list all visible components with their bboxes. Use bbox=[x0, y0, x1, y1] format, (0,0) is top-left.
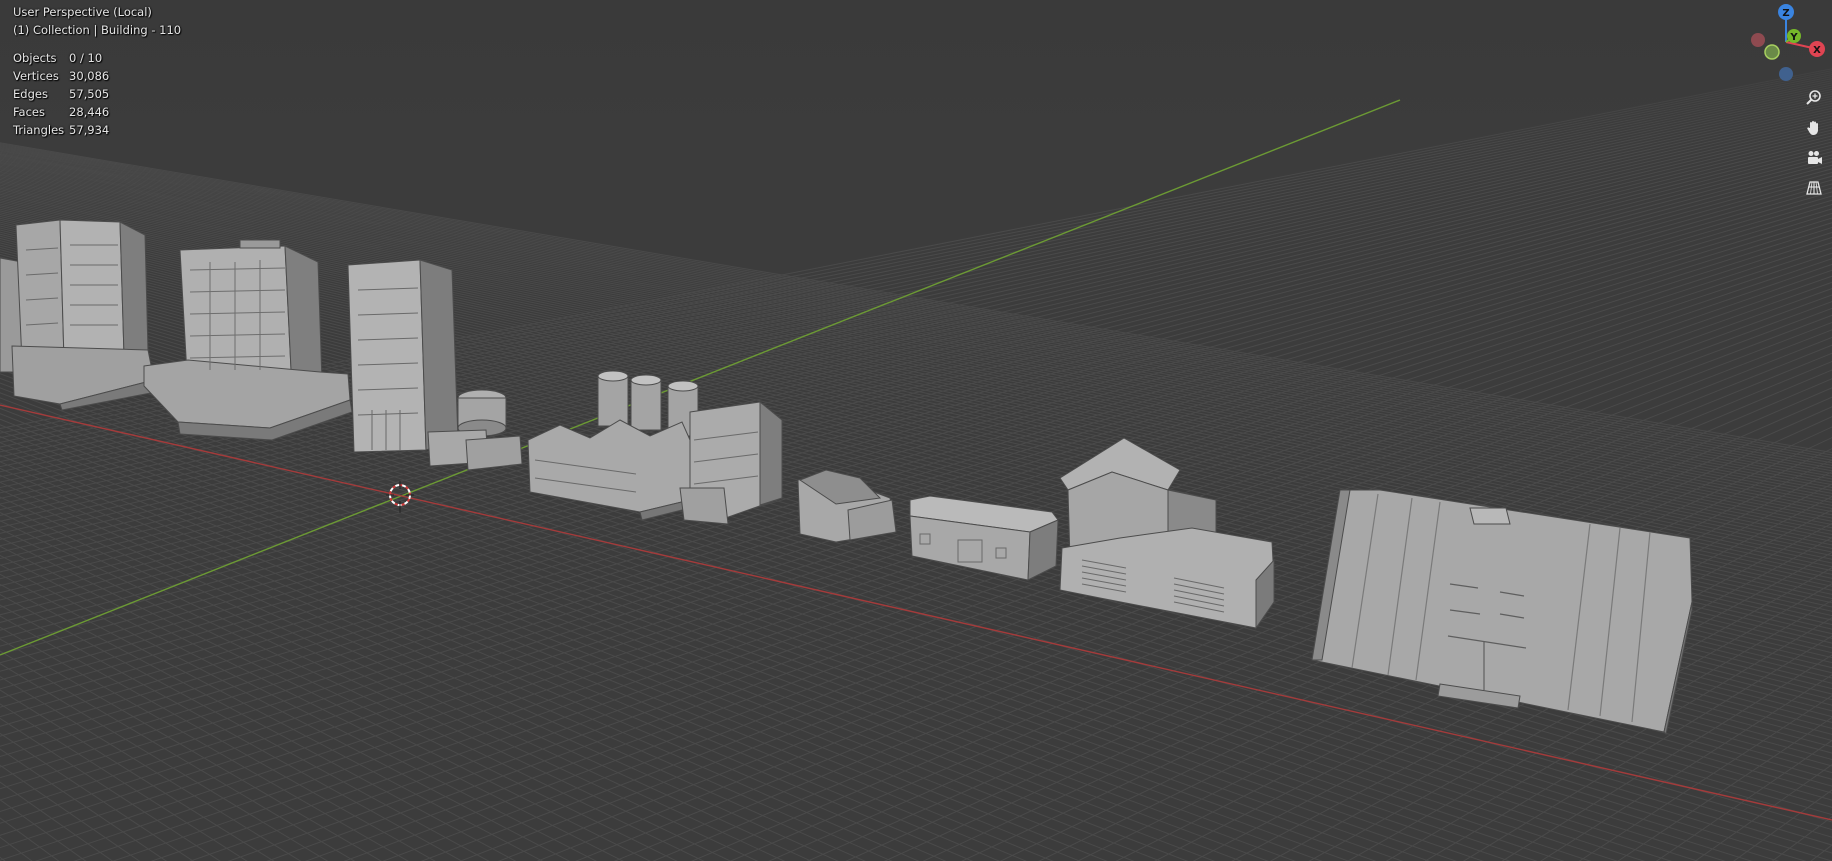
view-name-label: User Perspective (Local) bbox=[13, 5, 152, 19]
camera-icon bbox=[1808, 151, 1822, 164]
zoom-button[interactable] bbox=[1800, 84, 1828, 112]
stat-value: 0 / 10 bbox=[69, 51, 103, 65]
stat-label: Triangles bbox=[13, 123, 65, 137]
pan-button[interactable] bbox=[1800, 114, 1828, 142]
stat-value: 30,086 bbox=[69, 69, 110, 83]
grid-perspective-icon bbox=[1806, 181, 1822, 195]
scene-canvas[interactable] bbox=[0, 0, 1832, 861]
stat-row-objects: Objects 0 / 10 bbox=[13, 49, 181, 67]
neg-z-axis-handle[interactable] bbox=[1779, 67, 1793, 81]
stat-row-triangles: Triangles 57,934 bbox=[13, 121, 181, 139]
neg-x-axis-handle[interactable] bbox=[1751, 33, 1765, 47]
stat-label: Edges bbox=[13, 87, 48, 101]
perspective-toggle-button[interactable] bbox=[1800, 174, 1828, 202]
camera-view-button[interactable] bbox=[1800, 144, 1828, 172]
building-twin-tower bbox=[11, 219, 157, 411]
stat-label: Objects bbox=[13, 51, 57, 65]
neg-y-axis-handle[interactable] bbox=[1764, 44, 1780, 60]
y-axis-label: Y bbox=[1789, 32, 1798, 43]
stat-label: Faces bbox=[13, 105, 45, 119]
stat-value: 57,505 bbox=[69, 87, 110, 101]
stat-row-edges: Edges 57,505 bbox=[13, 85, 181, 103]
3d-viewport[interactable]: User Perspective (Local) (1) Collection … bbox=[0, 0, 1832, 861]
stat-value: 57,934 bbox=[69, 123, 110, 137]
zoom-icon bbox=[1806, 90, 1821, 105]
collection-label: (1) Collection | Building - 110 bbox=[13, 23, 182, 37]
x-axis-label: X bbox=[1813, 45, 1821, 56]
stat-row-faces: Faces 28,446 bbox=[13, 103, 181, 121]
hand-pan-icon bbox=[1807, 121, 1818, 135]
viewport-info-overlay: User Perspective (Local) (1) Collection … bbox=[13, 3, 181, 139]
navigation-gizmo[interactable]: Z Y X bbox=[1750, 0, 1832, 90]
scene-statistics: Objects 0 / 10 Vertices 30,086 Edges 57,… bbox=[13, 49, 181, 139]
stat-value: 28,446 bbox=[69, 105, 110, 119]
z-axis-label: Z bbox=[1782, 8, 1789, 19]
stat-row-vertices: Vertices 30,086 bbox=[13, 67, 181, 85]
stat-label: Vertices bbox=[13, 69, 59, 83]
